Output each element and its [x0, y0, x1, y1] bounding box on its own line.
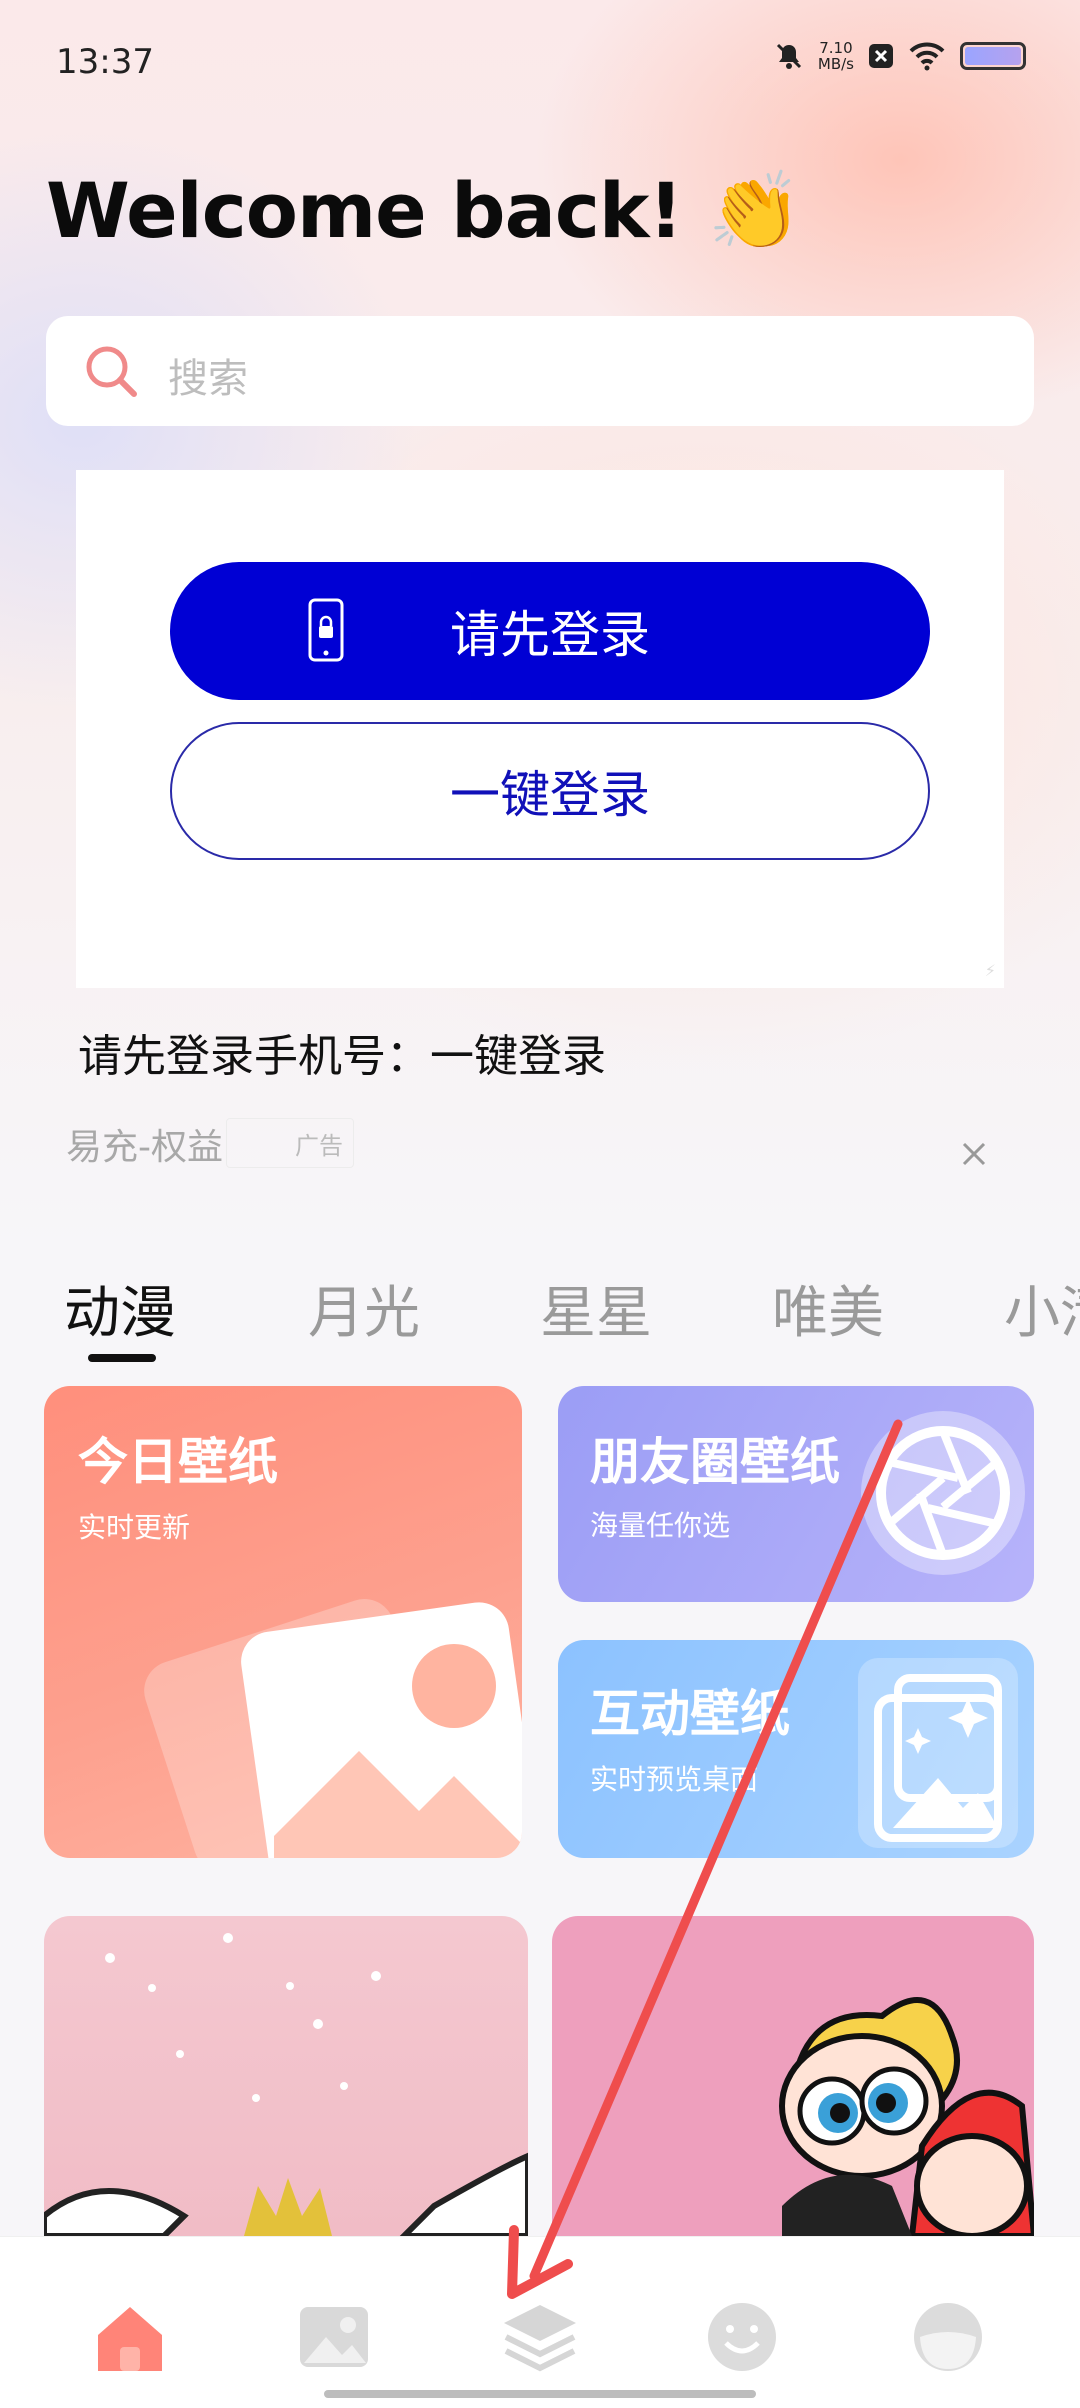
profile-icon[interactable] — [908, 2297, 988, 2377]
card-interactive-wallpaper[interactable]: 互动壁纸 实时预览桌面 — [558, 1640, 1034, 1858]
status-time: 13:37 — [56, 42, 154, 82]
tab-aesthetic[interactable]: 唯美 — [772, 1268, 884, 1349]
ad-title[interactable]: 请先登录手机号：一键登录 — [78, 1020, 606, 1084]
phone-lock-icon — [308, 598, 344, 662]
login-first-button[interactable]: 请先登录 — [170, 562, 930, 700]
one-click-login-label: 一键登录 — [450, 766, 650, 824]
mute-bell-icon — [776, 43, 801, 69]
card-moments-title: 朋友圈壁纸 — [590, 1433, 840, 1491]
tab-stars[interactable]: 星星 — [540, 1268, 652, 1349]
battery-level — [965, 47, 1021, 65]
search-input[interactable]: 搜索 — [46, 316, 1034, 426]
ad-watermark-icon: ⚡ — [984, 961, 996, 980]
network-speed-unit: MB/s — [817, 55, 854, 73]
card-moments-subtitle: 海量任你选 — [590, 1509, 731, 1542]
wallpaper-thumb-stars[interactable] — [44, 1916, 528, 2236]
picture-icon — [144, 1599, 522, 1858]
close-notification-icon — [869, 44, 893, 68]
cartoon-wallpaper-art — [779, 1997, 1034, 2236]
sparkle-picture-icon — [858, 1658, 1018, 1848]
ad-badge: 广告 — [226, 1118, 354, 1168]
stars-wallpaper-art — [44, 1933, 528, 2236]
welcome-text: Welcome back! — [46, 166, 683, 255]
layers-icon[interactable] — [500, 2297, 580, 2377]
clapping-hands-icon: 👏 — [707, 166, 803, 255]
close-ad-icon[interactable] — [954, 1134, 994, 1174]
login-first-label: 请先登录 — [450, 606, 650, 664]
one-click-login-button[interactable]: 一键登录 — [170, 722, 930, 860]
status-bar: 13:37 7.10 MB/s — [0, 0, 1080, 120]
network-speed: 7.10 MB/s — [818, 40, 854, 72]
bottom-navigation — [0, 2236, 1080, 2408]
ad-banner[interactable]: 请先登录 一键登录 ⚡ — [76, 470, 1004, 988]
ad-source: 易充-权益 — [66, 1127, 223, 1168]
search-icon — [86, 346, 137, 397]
wifi-icon — [909, 42, 945, 71]
smile-icon[interactable] — [702, 2297, 782, 2377]
page-title: Welcome back! 👏 — [46, 166, 803, 256]
card-moments-wallpaper[interactable]: 朋友圈壁纸 海量任你选 — [558, 1386, 1034, 1602]
battery-icon — [960, 42, 1026, 70]
tab-active-indicator — [88, 1354, 156, 1362]
home-icon[interactable] — [90, 2297, 170, 2377]
card-interactive-subtitle: 实时预览桌面 — [590, 1763, 759, 1796]
camera-aperture-icon — [861, 1411, 1025, 1575]
status-icons: 7.10 MB/s — [774, 40, 1026, 72]
network-speed-value: 7.10 — [819, 39, 853, 57]
card-today-wallpaper[interactable]: 今日壁纸 实时更新 — [44, 1386, 522, 1858]
tab-moonlight[interactable]: 月光 — [308, 1268, 420, 1349]
home-indicator — [324, 2390, 756, 2398]
wallpaper-thumb-cartoon[interactable] — [552, 1916, 1034, 2236]
category-tabs: 动漫 月光 星星 唯美 小清 — [64, 1268, 1080, 1378]
search-placeholder: 搜索 — [168, 356, 248, 402]
gallery-icon[interactable] — [294, 2297, 374, 2377]
card-interactive-title: 互动壁纸 — [590, 1685, 790, 1743]
tab-anime[interactable]: 动漫 — [64, 1268, 176, 1349]
tab-fresh[interactable]: 小清 — [1004, 1268, 1080, 1349]
card-today-title: 今日壁纸 — [78, 1433, 278, 1491]
